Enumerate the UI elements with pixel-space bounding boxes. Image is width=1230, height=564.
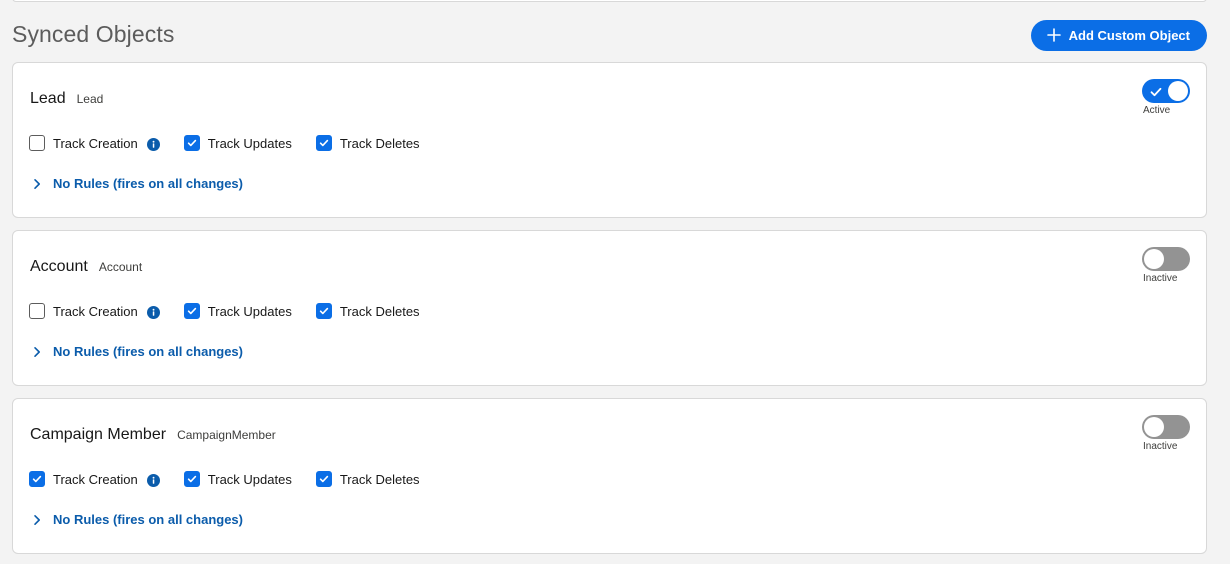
object-title: Lead Lead	[30, 90, 103, 108]
track-creation-checkbox[interactable]	[29, 471, 45, 487]
object-label: Campaign Member	[30, 426, 167, 443]
rules-label: No Rules (fires on all changes)	[53, 176, 243, 191]
toggle-knob	[1144, 249, 1164, 269]
track-creation-option[interactable]: Track Creation	[29, 303, 160, 319]
info-icon[interactable]	[146, 473, 160, 487]
active-toggle-group: Inactive	[1142, 247, 1194, 284]
synced-object-card-account: Account Account Inactive Track Creation …	[12, 230, 1207, 386]
track-updates-checkbox[interactable]	[183, 471, 200, 487]
synced-objects-header: Synced Objects Add Custom Object	[12, 18, 1207, 52]
check-icon	[1150, 85, 1162, 97]
rules-expander[interactable]: No Rules (fires on all changes)	[31, 512, 243, 527]
tracking-options: Track Creation Track Updates Track Delet…	[29, 471, 444, 487]
track-updates-label: Track Updates	[207, 303, 292, 319]
active-toggle[interactable]	[1142, 247, 1190, 271]
synced-object-card-lead: Lead Lead Active Track Creation Track Up…	[12, 62, 1207, 218]
track-creation-label: Track Creation	[53, 135, 138, 151]
track-creation-option[interactable]: Track Creation	[29, 135, 160, 151]
track-deletes-label: Track Deletes	[339, 135, 420, 151]
add-custom-object-label: Add Custom Object	[1068, 27, 1190, 43]
track-updates-label: Track Updates	[207, 471, 292, 487]
object-title: Account Account	[30, 258, 142, 276]
track-updates-checkbox[interactable]	[183, 135, 200, 151]
object-label: Lead	[30, 90, 66, 107]
track-deletes-label: Track Deletes	[339, 303, 420, 319]
object-title: Campaign Member CampaignMember	[30, 426, 276, 444]
toggle-knob	[1144, 417, 1164, 437]
chevron-right-icon	[31, 514, 43, 526]
track-deletes-option[interactable]: Track Deletes	[315, 471, 420, 487]
track-updates-option[interactable]: Track Updates	[183, 135, 292, 151]
info-icon[interactable]	[146, 137, 160, 151]
toggle-knob	[1168, 81, 1188, 101]
plus-icon	[1046, 28, 1061, 42]
track-creation-checkbox[interactable]	[29, 303, 45, 319]
page-title: Synced Objects	[12, 20, 175, 47]
synced-object-card-campaign-member: Campaign Member CampaignMember Inactive …	[12, 398, 1207, 554]
rules-expander[interactable]: No Rules (fires on all changes)	[31, 344, 243, 359]
track-creation-label: Track Creation	[53, 471, 138, 487]
rules-expander[interactable]: No Rules (fires on all changes)	[31, 176, 243, 191]
previous-card-edge	[12, 0, 1207, 2]
info-icon[interactable]	[146, 305, 160, 319]
toggle-status-label: Active	[1143, 105, 1171, 116]
track-updates-label: Track Updates	[207, 135, 292, 151]
tracking-options: Track Creation Track Updates Track Delet…	[29, 135, 444, 151]
active-toggle-group: Inactive	[1142, 415, 1194, 452]
track-updates-checkbox[interactable]	[183, 303, 200, 319]
rules-label: No Rules (fires on all changes)	[53, 344, 243, 359]
track-deletes-checkbox[interactable]	[315, 303, 332, 319]
object-api-name: CampaignMember	[177, 428, 276, 442]
active-toggle[interactable]	[1142, 415, 1190, 439]
track-deletes-option[interactable]: Track Deletes	[315, 135, 420, 151]
track-deletes-checkbox[interactable]	[315, 135, 332, 151]
track-updates-option[interactable]: Track Updates	[183, 303, 292, 319]
track-creation-option[interactable]: Track Creation	[29, 471, 160, 487]
track-creation-checkbox[interactable]	[29, 135, 45, 151]
object-api-name: Account	[98, 260, 143, 274]
active-toggle-group: Active	[1142, 79, 1194, 116]
rules-label: No Rules (fires on all changes)	[53, 512, 243, 527]
chevron-right-icon	[31, 346, 43, 358]
track-creation-label: Track Creation	[53, 303, 138, 319]
object-label: Account	[30, 258, 88, 275]
chevron-right-icon	[31, 178, 43, 190]
track-deletes-checkbox[interactable]	[315, 471, 332, 487]
toggle-status-label: Inactive	[1143, 273, 1178, 284]
add-custom-object-button[interactable]: Add Custom Object	[1030, 19, 1207, 51]
toggle-status-label: Inactive	[1143, 441, 1178, 452]
track-deletes-option[interactable]: Track Deletes	[315, 303, 420, 319]
track-deletes-label: Track Deletes	[339, 471, 420, 487]
tracking-options: Track Creation Track Updates Track Delet…	[29, 303, 444, 319]
track-updates-option[interactable]: Track Updates	[183, 471, 292, 487]
object-api-name: Lead	[76, 92, 104, 106]
active-toggle[interactable]	[1142, 79, 1190, 103]
